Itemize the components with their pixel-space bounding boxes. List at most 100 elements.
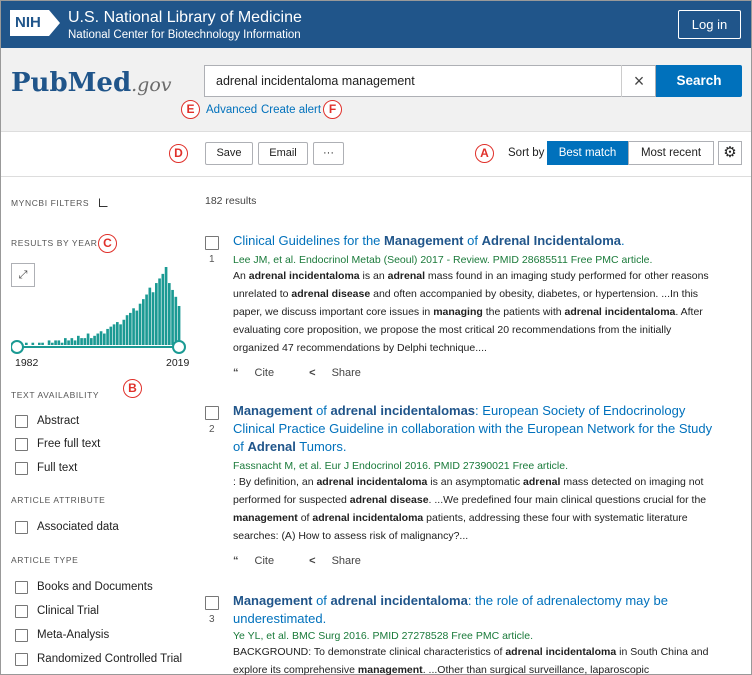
myncbi-filters-label: MYNCBI FILTERS bbox=[11, 198, 90, 208]
sort-label: Sort by bbox=[508, 147, 545, 159]
share-icon: < bbox=[309, 367, 316, 379]
ncbi-subtitle: National Center for Biotechnology Inform… bbox=[68, 29, 301, 41]
create-alert-link[interactable]: Create alert bbox=[261, 104, 321, 116]
email-button[interactable]: Email bbox=[258, 142, 308, 165]
result-citation: Lee JM, et al. Endocrinol Metab (Seoul) … bbox=[233, 254, 653, 266]
histogram-bar bbox=[122, 319, 126, 345]
myncbi-filters-heading[interactable]: MYNCBI FILTERS bbox=[11, 197, 109, 208]
filter-checkbox[interactable] bbox=[15, 581, 28, 594]
histogram-bar bbox=[142, 299, 145, 345]
sort-best-match-button[interactable]: Best match bbox=[547, 141, 628, 165]
filter-checkbox[interactable] bbox=[15, 438, 28, 451]
marker-f: F bbox=[323, 100, 342, 119]
histogram-bar bbox=[112, 324, 116, 345]
filter-checkbox[interactable] bbox=[15, 521, 28, 534]
histogram-bar bbox=[90, 338, 93, 345]
nlm-title[interactable]: U.S. National Library of Medicine bbox=[68, 9, 302, 27]
histogram-bar bbox=[80, 338, 83, 345]
filter-checkbox[interactable] bbox=[15, 653, 28, 666]
more-actions-button[interactable]: ··· bbox=[313, 142, 344, 165]
histogram-bar bbox=[47, 340, 51, 345]
results-by-year-heading: RESULTS BY YEAR bbox=[11, 238, 98, 248]
year-range-end-handle[interactable] bbox=[172, 340, 186, 354]
histogram-bar bbox=[119, 324, 122, 345]
save-button[interactable]: Save bbox=[205, 142, 253, 165]
histogram-bar bbox=[54, 340, 57, 345]
share-label: Share bbox=[331, 367, 361, 379]
gear-icon[interactable]: ⚙ bbox=[718, 141, 742, 165]
external-link-icon[interactable] bbox=[99, 198, 109, 207]
login-button[interactable]: Log in bbox=[678, 10, 741, 39]
search-input[interactable]: adrenal incidentaloma management bbox=[204, 65, 656, 97]
histogram-bar bbox=[73, 340, 77, 345]
quote-icon: “ bbox=[233, 367, 239, 379]
histogram-bar bbox=[168, 283, 171, 345]
histogram-bar bbox=[38, 342, 41, 345]
filter-label: Meta-Analysis bbox=[37, 629, 110, 641]
histogram-bar bbox=[171, 289, 174, 345]
clear-icon[interactable]: × bbox=[621, 65, 656, 97]
histogram-bar bbox=[106, 328, 109, 345]
share-label: Share bbox=[331, 555, 361, 567]
histogram-bar bbox=[174, 296, 178, 345]
histogram-bar bbox=[67, 340, 70, 345]
pubmed-logo[interactable]: PubMed.gov bbox=[11, 68, 172, 98]
marker-a: A bbox=[475, 144, 494, 163]
histogram-bar bbox=[25, 342, 28, 345]
filter-checkbox[interactable] bbox=[15, 415, 28, 428]
histogram-bar bbox=[116, 322, 119, 345]
histogram-bar bbox=[41, 342, 44, 345]
filter-label: Clinical Trial bbox=[37, 605, 99, 617]
result-title-link[interactable]: Management of adrenal incidentalomas: Eu… bbox=[233, 402, 713, 456]
histogram-bar bbox=[70, 338, 74, 345]
share-button[interactable]: < Share bbox=[309, 367, 377, 379]
result-checkbox[interactable] bbox=[205, 236, 219, 250]
result-title-link[interactable]: Management of adrenal incidentaloma: the… bbox=[233, 592, 713, 628]
histogram-bar bbox=[109, 326, 113, 345]
filter-checkbox[interactable] bbox=[15, 629, 28, 642]
histogram-bar bbox=[93, 335, 96, 345]
filter-checkbox[interactable] bbox=[15, 605, 28, 618]
year-range-start-handle[interactable] bbox=[11, 340, 24, 354]
result-snippet: : By definition, an adrenal incidentalom… bbox=[233, 476, 707, 542]
text-availability-heading: TEXT AVAILABILITY bbox=[11, 390, 100, 400]
filter-label: Full text bbox=[37, 462, 78, 474]
cite-label: Cite bbox=[254, 555, 275, 567]
histogram-bar bbox=[129, 312, 132, 345]
filter-label: Abstract bbox=[37, 415, 80, 427]
result-number: 3 bbox=[209, 614, 215, 625]
results-by-year-histogram[interactable] bbox=[11, 261, 191, 361]
histogram-bar bbox=[158, 278, 161, 345]
histogram-bar bbox=[64, 338, 67, 345]
share-button[interactable]: < Share bbox=[309, 555, 377, 567]
result-checkbox[interactable] bbox=[205, 596, 219, 610]
sort-most-recent-button[interactable]: Most recent bbox=[628, 141, 714, 165]
filter-checkbox[interactable] bbox=[15, 462, 28, 475]
histogram-bar bbox=[161, 273, 165, 345]
histogram-bar bbox=[132, 308, 135, 345]
cite-button[interactable]: “ Cite bbox=[233, 367, 290, 379]
advanced-link[interactable]: Advanced bbox=[206, 104, 257, 116]
results-toolbar: D Save Email ··· A Sort by Best match Mo… bbox=[1, 132, 751, 177]
result-citation: Fassnacht M, et al. Eur J Endocrinol 201… bbox=[233, 460, 569, 472]
results-count: 182 results bbox=[205, 195, 257, 207]
pubmed-logo-suffix: .gov bbox=[131, 74, 172, 96]
cite-label: Cite bbox=[254, 367, 275, 379]
nih-logo[interactable]: NIH bbox=[10, 10, 60, 36]
histogram-bar bbox=[151, 292, 155, 345]
article-type-heading: ARTICLE TYPE bbox=[11, 555, 79, 565]
cite-button[interactable]: “ Cite bbox=[233, 555, 290, 567]
result-actions: “ Cite < Share bbox=[233, 555, 393, 567]
histogram-bar bbox=[125, 315, 129, 345]
filter-label: Books and Documents bbox=[37, 581, 153, 593]
result-number: 2 bbox=[209, 424, 215, 435]
histogram-bar bbox=[103, 333, 106, 345]
search-button[interactable]: Search bbox=[656, 65, 742, 97]
share-icon: < bbox=[309, 555, 316, 567]
result-title-link[interactable]: Clinical Guidelines for the Management o… bbox=[233, 232, 713, 250]
result-checkbox[interactable] bbox=[205, 406, 219, 420]
result-snippet: An adrenal incidentaloma is an adrenal m… bbox=[233, 270, 709, 354]
filter-label: Free full text bbox=[37, 438, 101, 450]
histogram-bar bbox=[31, 342, 35, 345]
nih-banner: NIH U.S. National Library of Medicine Na… bbox=[1, 1, 751, 48]
